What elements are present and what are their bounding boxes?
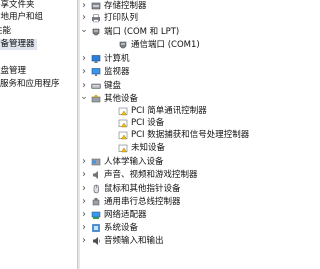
tree-node-label: 监视器 — [104, 67, 130, 77]
tree-node-label: 系统设备 — [104, 223, 139, 233]
left-item-disk-management[interactable]: 磁盘管理 — [0, 66, 26, 77]
left-item-performance[interactable]: 性能 — [0, 26, 11, 37]
unknown-device-icon — [91, 94, 101, 104]
mouse-icon — [91, 184, 101, 194]
usb-icon — [91, 197, 101, 207]
chevron-right-icon[interactable]: › — [80, 12, 88, 24]
chevron-right-icon[interactable]: › — [80, 222, 88, 234]
chevron-right-icon[interactable]: › — [80, 235, 88, 247]
storage-controller-icon — [91, 1, 101, 11]
keyboard-icon — [91, 81, 101, 91]
tree-node-label: 鼠标和其他指针设备 — [104, 184, 181, 194]
chevron-right-icon[interactable]: › — [80, 196, 88, 208]
tree-node-label: 键盘 — [104, 81, 122, 91]
tree-node-label: 通信端口 (COM1) — [131, 40, 200, 50]
tree-node-label: 打印队列 — [104, 13, 139, 23]
left-item-local-users[interactable]: 本地用户和组 — [0, 12, 43, 23]
chevron-right-icon[interactable]: › — [80, 0, 88, 12]
device-tree: › 存储控制器 › 打印队列 ⌄ 端口 (COM 和 LPT) 通信端口 (COM1) › 计算… — [80, 0, 319, 269]
console-tree-pane: 共享文件夹 本地用户和组 性能 设备管理器 磁盘管理 服务和应用程序 — [0, 0, 77, 269]
chevron-down-icon[interactable]: ⌄ — [80, 93, 88, 105]
chevron-right-icon[interactable]: › — [80, 53, 88, 65]
warning-device-icon — [118, 130, 128, 140]
tree-node-label: PCI 数据捕获和信号处理控制器 — [131, 130, 250, 140]
left-item-device-manager[interactable]: 设备管理器 — [0, 39, 37, 50]
network-adapter-icon — [91, 210, 101, 220]
port-icon — [118, 40, 128, 50]
warning-device-icon — [118, 118, 128, 128]
tree-node-label: 存储控制器 — [104, 1, 147, 11]
tree-node-label: 其他设备 — [104, 94, 139, 104]
computer-icon — [91, 54, 101, 64]
chevron-right-icon[interactable]: › — [80, 156, 88, 168]
chevron-down-icon[interactable]: ⌄ — [80, 26, 88, 38]
chevron-right-icon[interactable]: › — [80, 80, 88, 92]
tree-node-label: PCI 设备 — [131, 118, 165, 128]
hid-icon — [91, 157, 101, 167]
tree-node-label: 端口 (COM 和 LPT) — [104, 27, 180, 37]
tree-node-label: 计算机 — [104, 54, 130, 64]
warning-device-icon — [118, 143, 128, 153]
warning-device-icon — [118, 106, 128, 116]
chevron-right-icon[interactable]: › — [80, 66, 88, 78]
audio-io-icon — [91, 236, 101, 246]
tree-node-label: PCI 简单通讯控制器 — [131, 106, 207, 116]
left-item-shared-folders[interactable]: 共享文件夹 — [0, 0, 35, 11]
chevron-right-icon[interactable]: › — [80, 169, 88, 181]
printer-icon — [91, 13, 101, 23]
chevron-right-icon[interactable]: › — [80, 183, 88, 195]
tree-node-label: 音频输入和输出 — [104, 236, 164, 246]
port-icon — [91, 27, 101, 37]
chevron-right-icon[interactable]: › — [80, 209, 88, 221]
tree-node-label: 网络适配器 — [104, 210, 147, 220]
tree-node-label: 声音、视频和游戏控制器 — [104, 170, 198, 180]
left-item-services-apps[interactable]: 服务和应用程序 — [0, 79, 60, 90]
tree-node-label: 人体学输入设备 — [104, 157, 164, 167]
system-device-icon — [91, 223, 101, 233]
tree-node-label: 通用串行总线控制器 — [104, 197, 181, 207]
speaker-icon — [91, 170, 101, 180]
monitor-icon — [91, 67, 101, 77]
tree-node-label: 未知设备 — [131, 143, 166, 153]
